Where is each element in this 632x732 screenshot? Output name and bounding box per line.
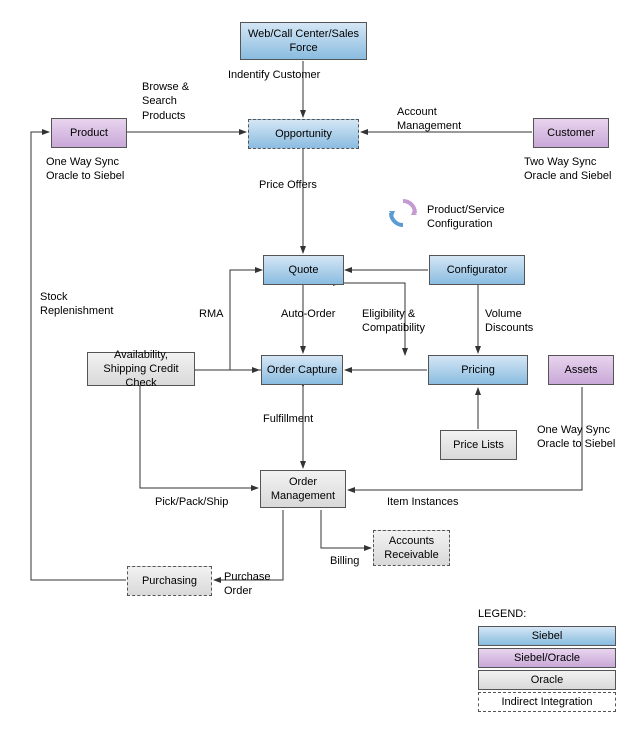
- annotation-two-way: Two Way Sync Oracle and Siebel: [524, 155, 629, 184]
- legend: LEGEND: Siebel Siebel/Oracle Oracle Indi…: [478, 608, 618, 718]
- node-price-lists: Price Lists: [440, 430, 517, 460]
- label-browse-search: Browse & Search Products: [142, 80, 202, 123]
- node-assets: Assets: [548, 355, 614, 385]
- label-account-mgmt: Account Management: [397, 105, 477, 134]
- legend-indirect: Indirect Integration: [478, 692, 616, 712]
- label-eligibility: Eligibility & Compatibility: [362, 307, 442, 336]
- node-order-capture: Order Capture: [261, 355, 343, 385]
- cycle-icon: [383, 198, 423, 233]
- node-quote: Quote: [263, 255, 344, 285]
- label-purchase-order: Purchase Order: [224, 570, 284, 599]
- node-purchasing: Purchasing: [127, 566, 212, 596]
- label-fulfillment: Fulfillment: [263, 412, 323, 426]
- node-accounts-rec: Accounts Receivable: [373, 530, 450, 566]
- legend-siebel-oracle: Siebel/Oracle: [478, 648, 616, 668]
- label-identify-customer: Indentify Customer: [228, 68, 328, 82]
- legend-oracle: Oracle: [478, 670, 616, 690]
- node-customer: Customer: [533, 118, 609, 148]
- node-configurator: Configurator: [429, 255, 525, 285]
- legend-title: LEGEND:: [478, 608, 526, 620]
- annotation-one-way-2: One Way Sync Oracle to Siebel: [537, 423, 632, 452]
- label-stock-replenishment: Stock Replenishment: [40, 290, 130, 319]
- legend-siebel: Siebel: [478, 626, 616, 646]
- label-price-offers: Price Offers: [259, 178, 329, 192]
- label-billing: Billing: [330, 554, 370, 568]
- node-pricing: Pricing: [428, 355, 528, 385]
- node-opportunity: Opportunity: [248, 119, 359, 149]
- annotation-one-way-1: One Way Sync Oracle to Siebel: [46, 155, 146, 184]
- node-web-call: Web/Call Center/Sales Force: [240, 22, 367, 60]
- label-product-service: Product/Service Configuration: [427, 203, 527, 232]
- node-product: Product: [51, 118, 127, 148]
- label-item-instances: Item Instances: [387, 495, 477, 509]
- node-order-mgmt: Order Management: [260, 470, 346, 508]
- label-auto-order: Auto-Order: [281, 307, 341, 321]
- label-rma: RMA: [199, 307, 229, 321]
- label-pick-pack-ship: Pick/Pack/Ship: [155, 495, 235, 509]
- node-avail: Availability, Shipping Credit Check: [87, 352, 195, 386]
- label-volume-discounts: Volume Discounts: [485, 307, 545, 336]
